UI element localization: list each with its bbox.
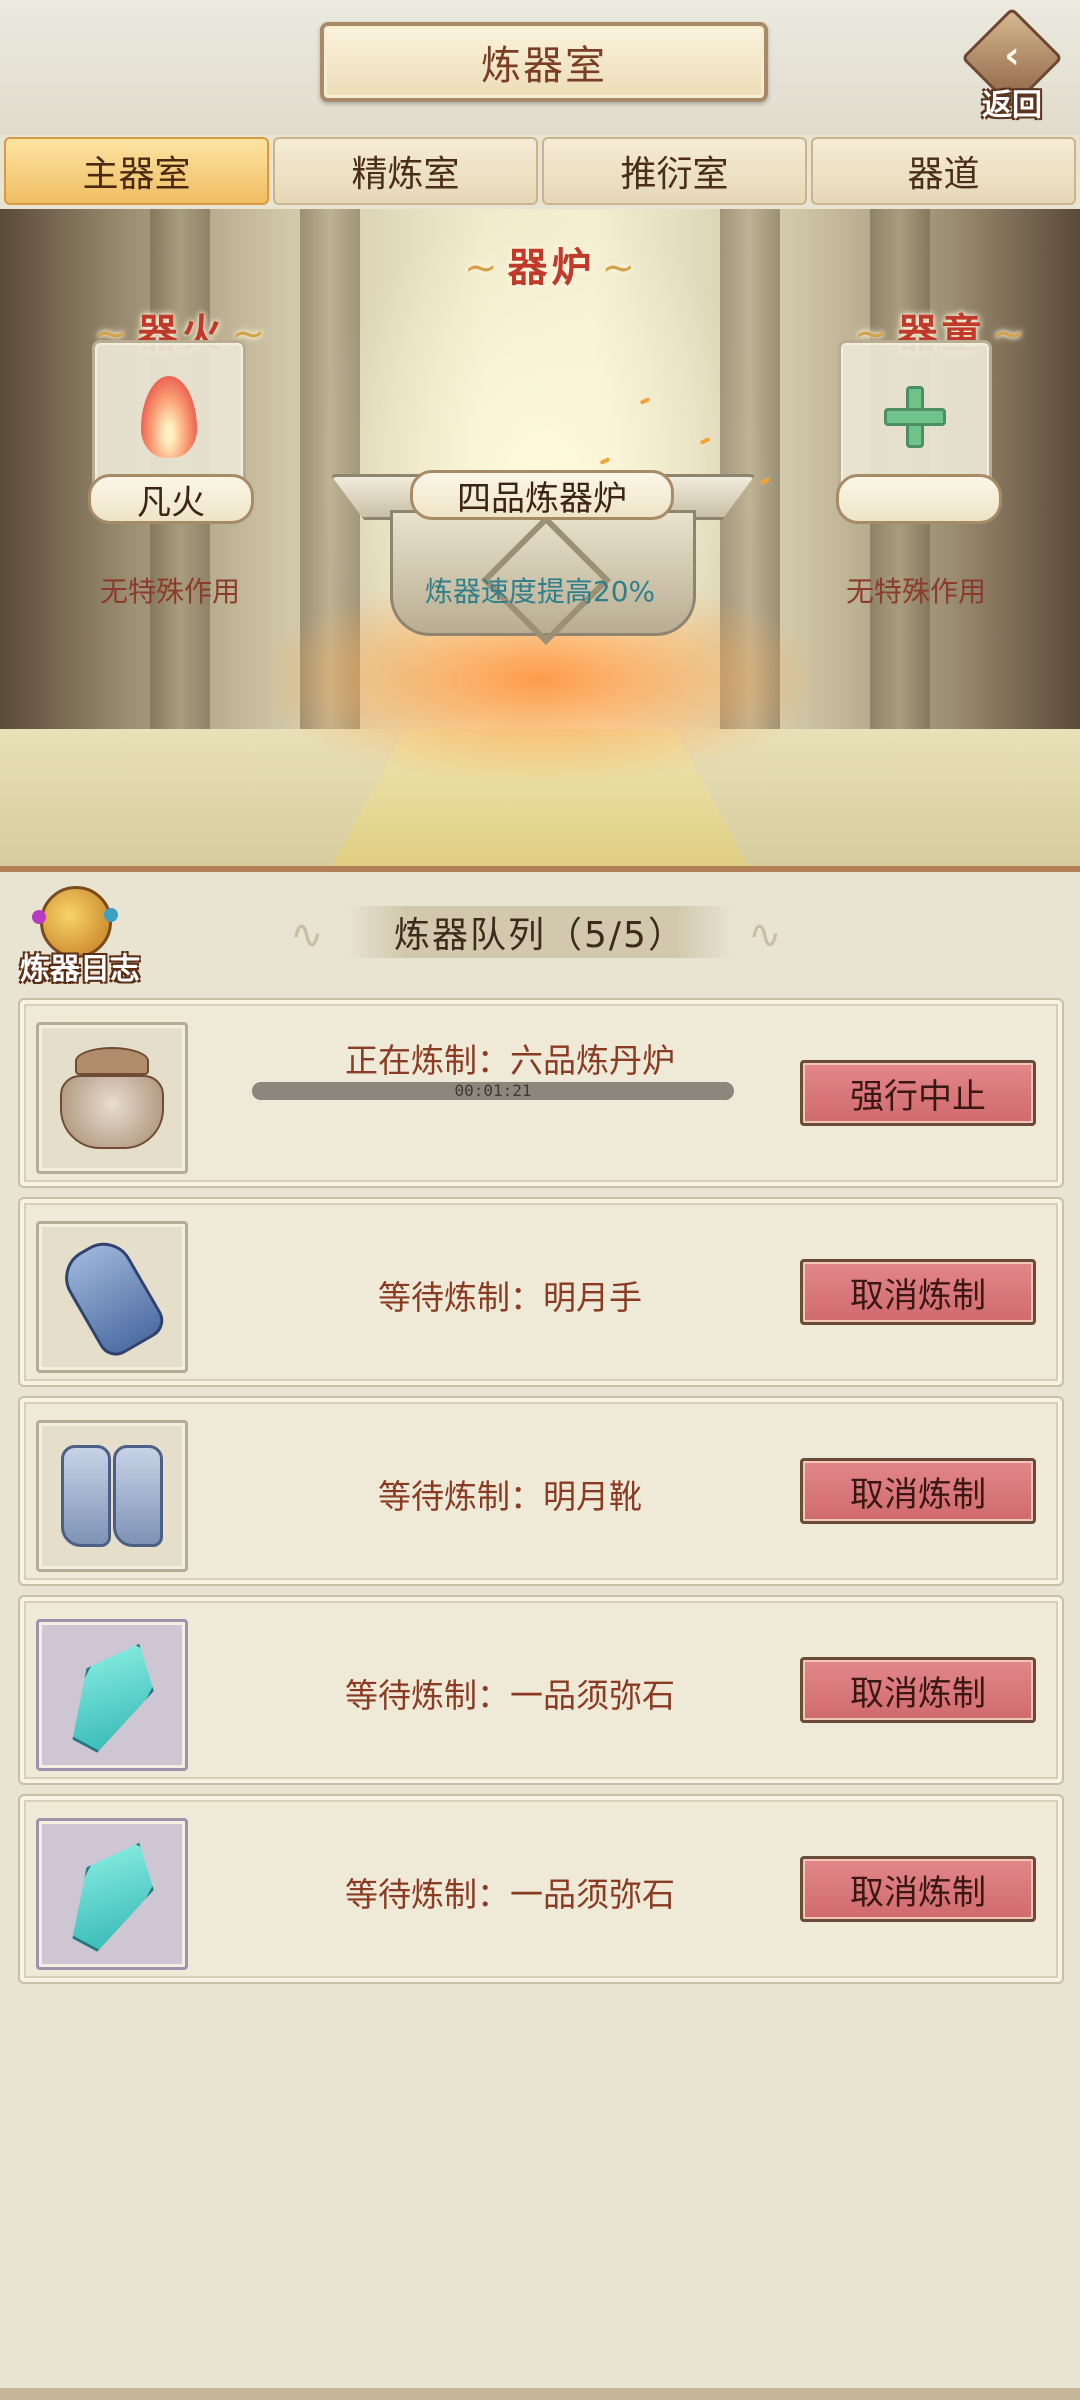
crystal-icon xyxy=(36,1818,188,1970)
tab-refine-room[interactable]: 精炼室 xyxy=(273,137,538,205)
fire-name-plate: 凡火 xyxy=(88,474,254,524)
top-bar: 炼器室 ‹ 返回 xyxy=(0,0,1080,135)
furnace-section-label: 器炉 xyxy=(458,235,645,293)
progress-time: 00:01:21 xyxy=(454,1081,532,1100)
cancel-forge-button[interactable]: 取消炼制 xyxy=(800,1657,1036,1723)
cancel-forge-button[interactable]: 取消炼制 xyxy=(800,1259,1036,1325)
queue-item: 等待炼制：一品须弥石 取消炼制 xyxy=(18,1595,1064,1785)
cancel-forge-button[interactable]: 取消炼制 xyxy=(800,1856,1036,1922)
forge-log-button[interactable]: 炼器日志 xyxy=(10,880,140,990)
back-label: 返回 xyxy=(982,88,1042,123)
queue-item: 等待炼制：一品须弥石 取消炼制 xyxy=(18,1794,1064,1984)
furnace-effect-text: 炼器速度提高20% xyxy=(424,575,656,608)
back-button[interactable]: ‹ 返回 xyxy=(961,7,1063,123)
queue-item-status: 等待炼制：明月靴 xyxy=(378,1477,642,1516)
queue-item-status: 等待炼制：一品须弥石 xyxy=(345,1875,675,1914)
tab-bar: 主器室 精炼室 推衍室 器道 xyxy=(0,137,1080,205)
forge-scene: 器火 凡火 无特殊作用 器炉 四品炼器炉 炼器速度提高20% 器童 无特殊作用 xyxy=(0,209,1080,869)
tab-deduce-room[interactable]: 推衍室 xyxy=(542,137,807,205)
gauntlet-icon xyxy=(36,1221,188,1373)
queue-item: 等待炼制：明月靴 取消炼制 xyxy=(18,1396,1064,1586)
tab-main-room[interactable]: 主器室 xyxy=(4,137,269,205)
queue-title: 炼器队列（5/5） xyxy=(346,906,734,958)
servant-slot[interactable] xyxy=(838,340,992,494)
queue-item-status: 等待炼制：明月手 xyxy=(378,1278,642,1317)
tab-artifact-dao[interactable]: 器道 xyxy=(811,137,1076,205)
fire-effect-text: 无特殊作用 xyxy=(99,575,240,608)
servant-name-plate xyxy=(836,474,1002,524)
page-title: 炼器室 xyxy=(320,22,768,102)
queue-item: 等待炼制：明月手 取消炼制 xyxy=(18,1197,1064,1387)
queue-item-status: 正在炼制：六品炼丹炉 xyxy=(345,1041,675,1080)
flame-icon xyxy=(141,376,197,458)
forge-log-label: 炼器日志 xyxy=(20,952,140,987)
alchemy-furnace-icon xyxy=(36,1022,188,1174)
cancel-forge-button[interactable]: 取消炼制 xyxy=(800,1458,1036,1524)
plus-icon xyxy=(884,386,946,448)
furnace-name-plate: 四品炼器炉 xyxy=(410,470,674,520)
fire-slot[interactable] xyxy=(92,340,246,494)
queue-item: 正在炼制：六品炼丹炉 00:01:21 强行中止 xyxy=(18,998,1064,1188)
queue-item-status: 等待炼制：一品须弥石 xyxy=(345,1676,675,1715)
servant-effect-text: 无特殊作用 xyxy=(845,575,986,608)
boots-icon xyxy=(36,1420,188,1572)
force-stop-button[interactable]: 强行中止 xyxy=(800,1060,1036,1126)
crystal-icon xyxy=(36,1619,188,1771)
